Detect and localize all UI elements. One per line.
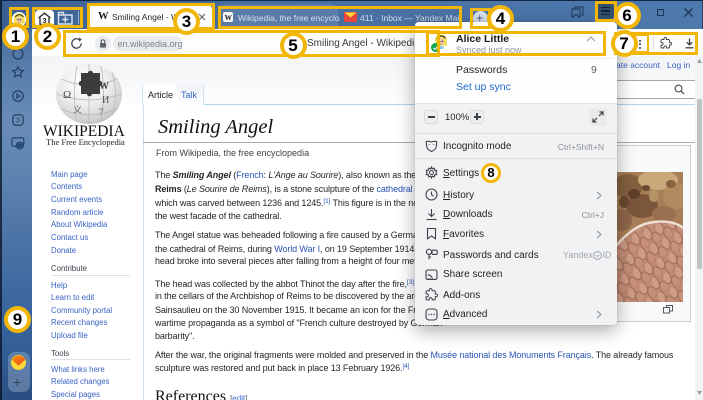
- svg-text:3: 3: [16, 118, 20, 125]
- svg-text:И: И: [102, 95, 109, 106]
- svg-text:义: 义: [73, 105, 82, 115]
- svg-text:Ω: Ω: [63, 89, 71, 101]
- svg-text:7: 7: [99, 107, 104, 117]
- svg-text:W: W: [99, 81, 109, 92]
